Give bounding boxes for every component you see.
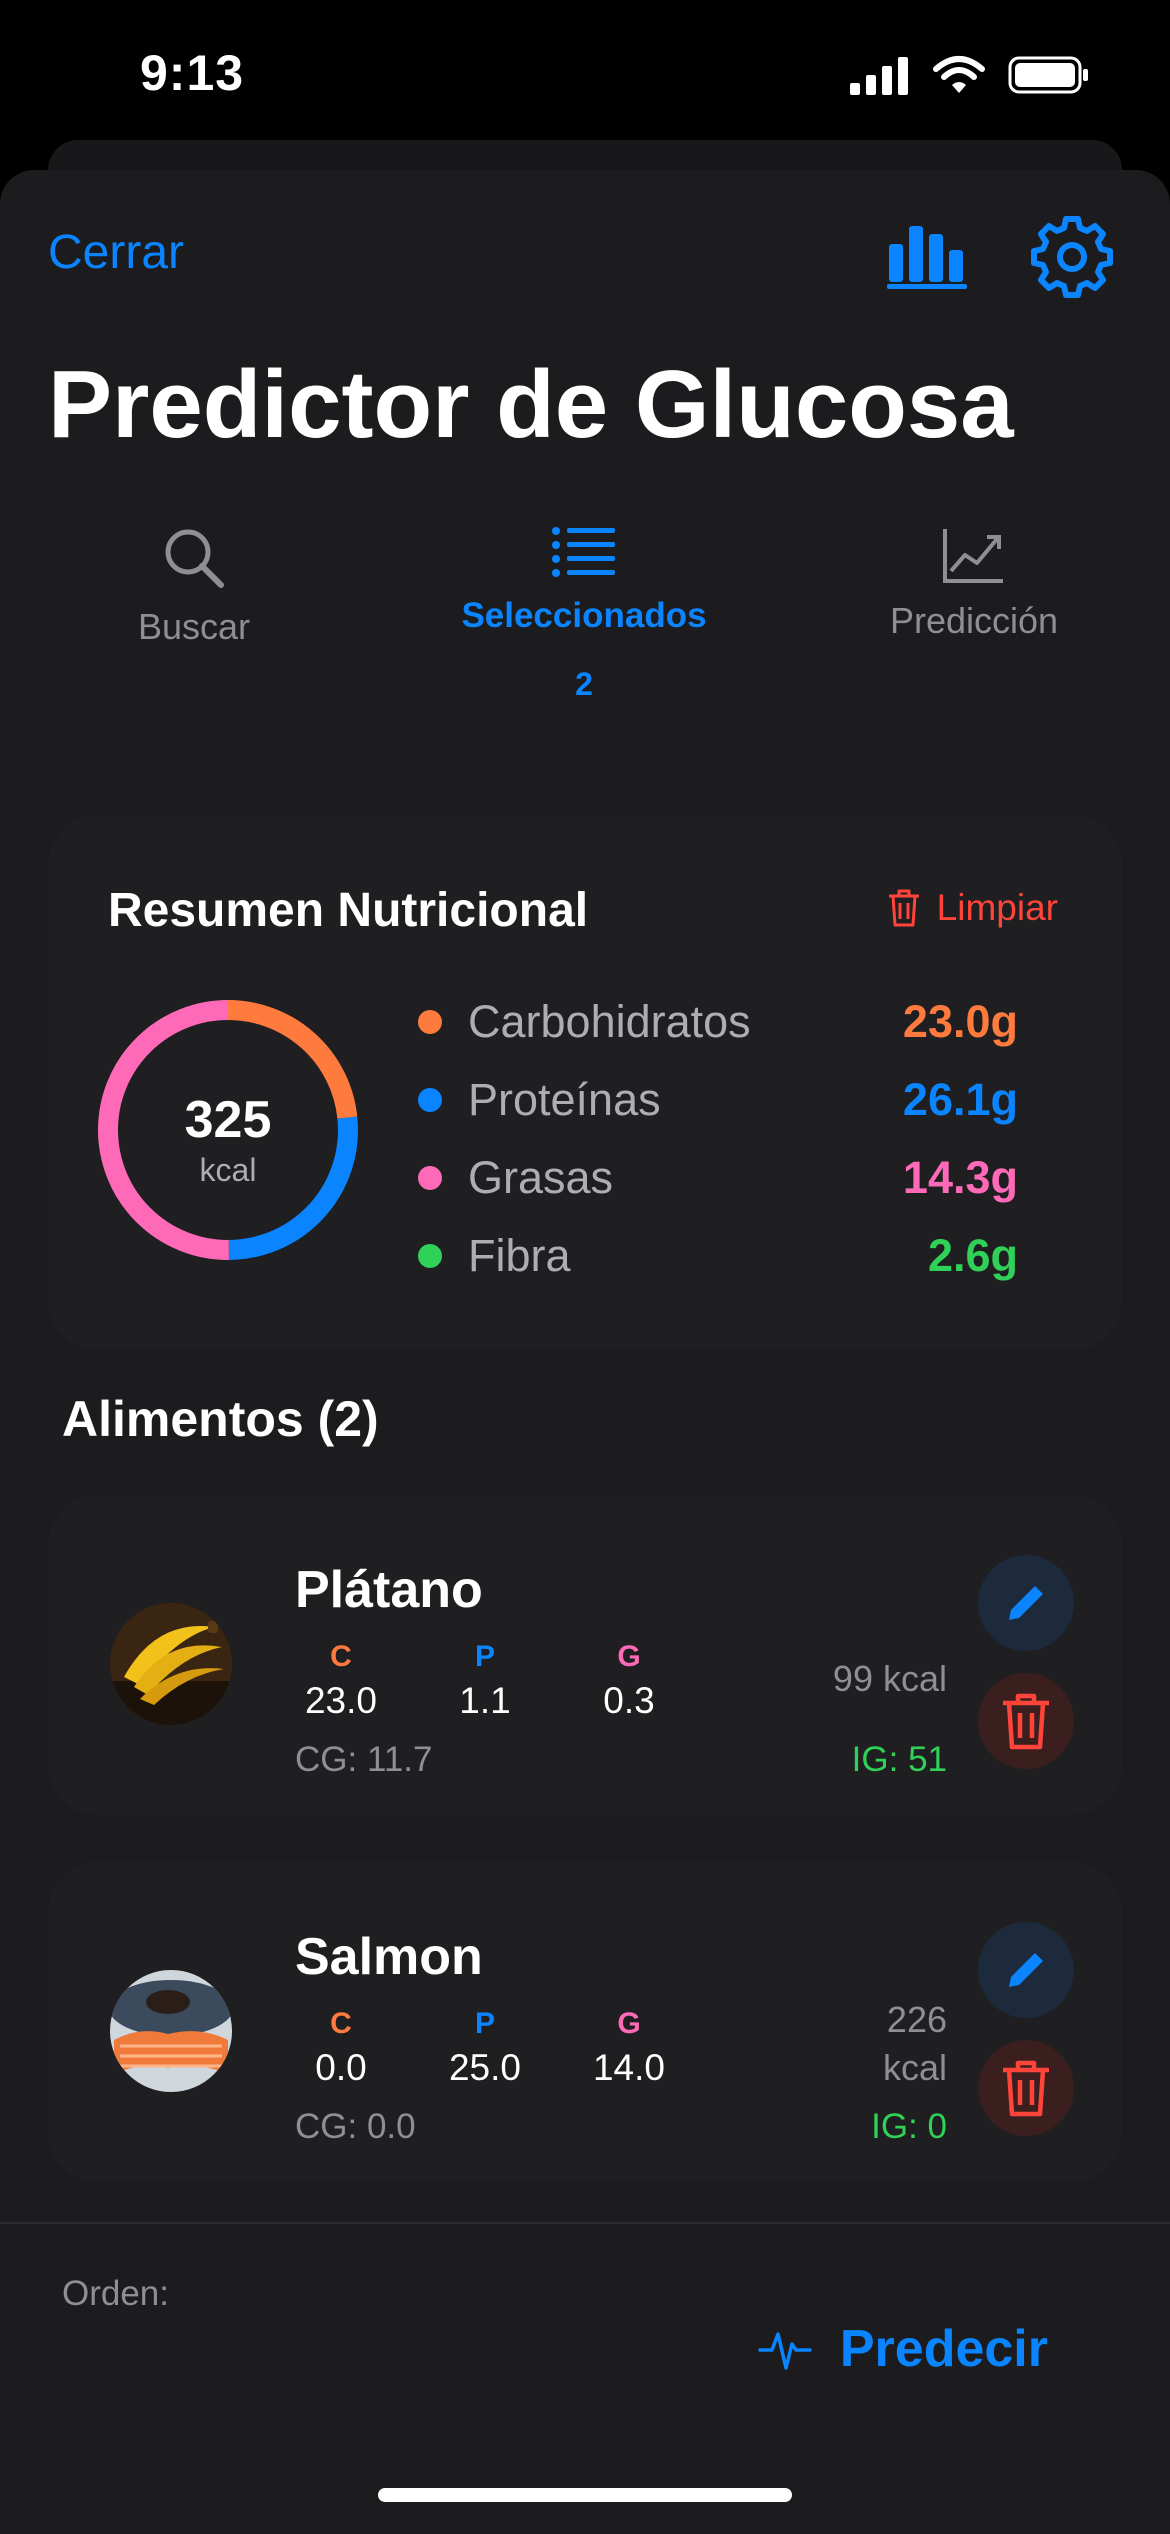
macro-row-fat: Grasas 14.3g xyxy=(418,1148,1018,1208)
food-protein: P 1.1 xyxy=(435,1640,535,1722)
pencil-icon xyxy=(1009,1586,1043,1620)
edit-button[interactable] xyxy=(978,1922,1074,2018)
tab-seleccionados[interactable]: Seleccionados 2 xyxy=(434,525,734,703)
close-button[interactable]: Cerrar xyxy=(48,225,184,280)
food-thumbnail xyxy=(110,1970,232,2092)
wifi-icon xyxy=(933,56,985,93)
tab-buscar-label: Buscar xyxy=(137,606,251,647)
tab-seleccionados-label: Seleccionados xyxy=(461,596,707,635)
glycemic-load: CG: 0.0 xyxy=(295,2107,416,2146)
delete-button[interactable] xyxy=(978,2040,1074,2136)
predict-button[interactable]: Predecir xyxy=(758,2319,1048,2379)
food-carbs: C 23.0 xyxy=(291,1640,391,1722)
tab-seleccionados-count: 2 xyxy=(575,666,593,702)
protein-value: 1.1 xyxy=(459,1680,511,1721)
food-kcal-line1: 226 xyxy=(886,1999,947,2040)
summary-title: Resumen Nutricional xyxy=(108,884,589,937)
glycemic-index: IG: 51 xyxy=(851,1740,947,1779)
food-carbs: C 0.0 xyxy=(291,2007,391,2089)
food-item[interactable]: Plátano C 23.0 P 1.1 G 0.3 CG: 11.7 99 k… xyxy=(48,1495,1122,1815)
order-label: Orden: xyxy=(62,2274,169,2313)
food-item[interactable]: Salmon C 0.0 P 25.0 G 14.0 CG: 0.0 226 k… xyxy=(48,1862,1122,2182)
carbs-label: C xyxy=(330,1640,352,1673)
food-kcal-line1: 99 kcal xyxy=(832,1658,947,1699)
salmon-image xyxy=(110,1970,232,2092)
banana-image xyxy=(110,1603,232,1725)
pencil-icon xyxy=(1009,1953,1043,1987)
trash-icon xyxy=(1003,2060,1049,2117)
fat-dot xyxy=(418,1166,442,1190)
nutrition-summary-card: Resumen Nutricional Limpiar 325 kcal Car… xyxy=(48,815,1122,1350)
delete-button[interactable] xyxy=(978,1673,1074,1769)
macro-row-fiber: Fibra 2.6g xyxy=(418,1226,1018,1286)
carbs-dot xyxy=(418,1010,442,1034)
food-fat: G 14.0 xyxy=(579,2007,679,2089)
clear-label: Limpiar xyxy=(936,887,1058,928)
food-kcal-line2: kcal xyxy=(882,2047,947,2088)
carbs-label: C xyxy=(330,2007,352,2040)
search-icon xyxy=(165,529,224,588)
status-bar: 9:13 xyxy=(0,0,1170,150)
edit-button[interactable] xyxy=(978,1555,1074,1651)
food-thumbnail xyxy=(110,1603,232,1725)
macro-value: 26.1g xyxy=(902,1074,1018,1125)
carbs-value: 0.0 xyxy=(315,2047,367,2088)
protein-label: P xyxy=(474,2007,495,2040)
food-protein: P 25.0 xyxy=(435,2007,535,2089)
stats-button[interactable] xyxy=(885,218,969,295)
food-name: Salmon xyxy=(295,1928,483,1986)
status-time: 9:13 xyxy=(140,45,245,101)
macro-value: 14.3g xyxy=(902,1152,1018,1203)
fat-label: G xyxy=(617,1640,641,1673)
macro-name: Proteínas xyxy=(468,1074,661,1125)
fat-value: 0.3 xyxy=(603,1680,655,1721)
foods-section-title: Alimentos (2) xyxy=(62,1391,379,1447)
tab-prediccion[interactable]: Predicción xyxy=(824,525,1124,642)
clear-button[interactable]: Limpiar xyxy=(887,887,1058,929)
macro-value: 2.6g xyxy=(927,1230,1018,1281)
food-name: Plátano xyxy=(295,1561,483,1619)
food-kcal: 99 kcal xyxy=(833,1655,947,1703)
macro-name: Grasas xyxy=(468,1152,614,1203)
protein-label: P xyxy=(474,1640,495,1673)
calories-unit: kcal xyxy=(200,1152,257,1188)
trash-icon xyxy=(888,889,919,927)
food-fat: G 0.3 xyxy=(579,1640,679,1722)
glycemic-index: IG: 0 xyxy=(871,2107,947,2146)
protein-value: 25.0 xyxy=(448,2047,521,2088)
gear-icon xyxy=(1031,216,1113,298)
calories-value: 325 xyxy=(185,1091,272,1149)
page-title: Predictor de Glucosa xyxy=(48,351,1014,458)
cellular-signal-icon xyxy=(850,57,908,95)
food-kcal: 226 kcal xyxy=(883,1996,947,2092)
macro-row-protein: Proteínas 26.1g xyxy=(418,1070,1018,1130)
list-icon xyxy=(552,527,615,577)
glycemic-load: CG: 11.7 xyxy=(295,1740,433,1779)
tab-prediccion-label: Predicción xyxy=(889,600,1059,641)
protein-dot xyxy=(418,1088,442,1112)
calorie-donut: 325 kcal xyxy=(93,995,363,1265)
carbs-value: 23.0 xyxy=(304,1680,377,1721)
fiber-dot xyxy=(418,1244,442,1268)
fat-label: G xyxy=(617,2007,641,2040)
macro-row-carbs: Carbohidratos 23.0g xyxy=(418,992,1018,1052)
waveform-icon xyxy=(758,2332,812,2370)
macro-name: Fibra xyxy=(468,1230,571,1281)
home-indicator xyxy=(378,2488,792,2502)
fat-value: 14.0 xyxy=(592,2047,665,2088)
settings-button[interactable] xyxy=(1030,215,1114,304)
macro-name: Carbohidratos xyxy=(468,996,751,1047)
tab-buscar[interactable]: Buscar xyxy=(44,525,344,648)
line-chart-icon xyxy=(943,529,1003,583)
battery-icon xyxy=(1008,56,1088,94)
status-icons xyxy=(850,55,1090,95)
macro-value: 23.0g xyxy=(902,996,1018,1047)
trash-icon xyxy=(1003,1693,1049,1750)
predict-label: Predecir xyxy=(839,2320,1048,2378)
bar-chart-icon xyxy=(887,226,967,289)
